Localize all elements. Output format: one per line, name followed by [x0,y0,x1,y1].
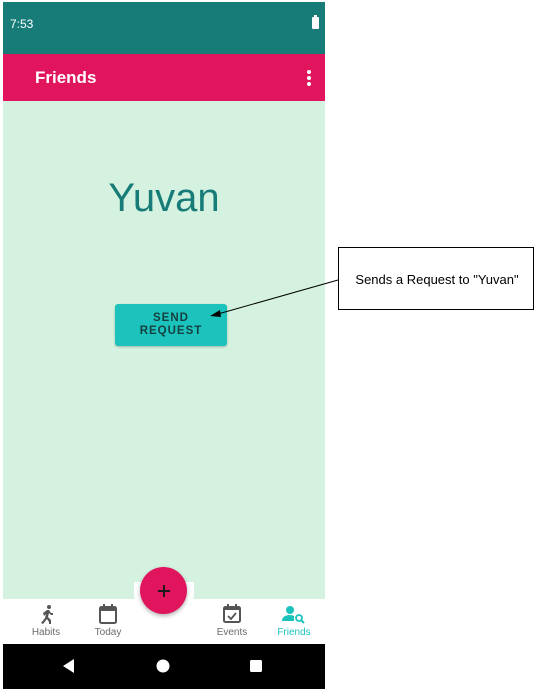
calendar-check-icon [223,604,241,623]
nav-label-habits: Habits [31,627,61,638]
recents-square-icon[interactable] [248,658,264,674]
phone-screen: 7:53 Friends Yuvan SEND REQUEST Habits T… [3,2,325,689]
app-bar: Friends [3,54,325,101]
home-circle-icon[interactable] [155,658,171,674]
send-request-button[interactable]: SEND REQUEST [115,304,227,346]
nav-item-habits[interactable]: Habits [14,599,78,644]
status-bar: 7:53 [3,2,325,54]
status-time: 7:53 [10,17,34,31]
add-fab-button[interactable] [140,567,187,614]
plus-icon [157,584,170,597]
more-vert-icon[interactable] [303,67,315,89]
running-person-icon [41,605,53,624]
nav-label-friends: Friends [277,627,311,638]
calendar-icon [99,604,117,624]
main-content: Yuvan SEND REQUEST [3,101,325,599]
nav-label-today: Today [94,627,122,638]
annotation-text: Sends a Request to "Yuvan" [355,272,519,287]
nav-item-friends[interactable]: Friends [262,599,325,644]
back-triangle-icon[interactable] [61,658,77,674]
system-navigation-bar [3,644,325,689]
nav-item-today[interactable]: Today [76,599,140,644]
person-search-icon [282,606,305,624]
page-title: Friends [35,68,97,87]
nav-label-events: Events [216,627,248,638]
annotation-callout: Sends a Request to "Yuvan" [338,247,534,310]
battery-full-icon [312,15,319,29]
friend-name: Yuvan [108,176,220,220]
nav-item-events[interactable]: Events [200,599,264,644]
